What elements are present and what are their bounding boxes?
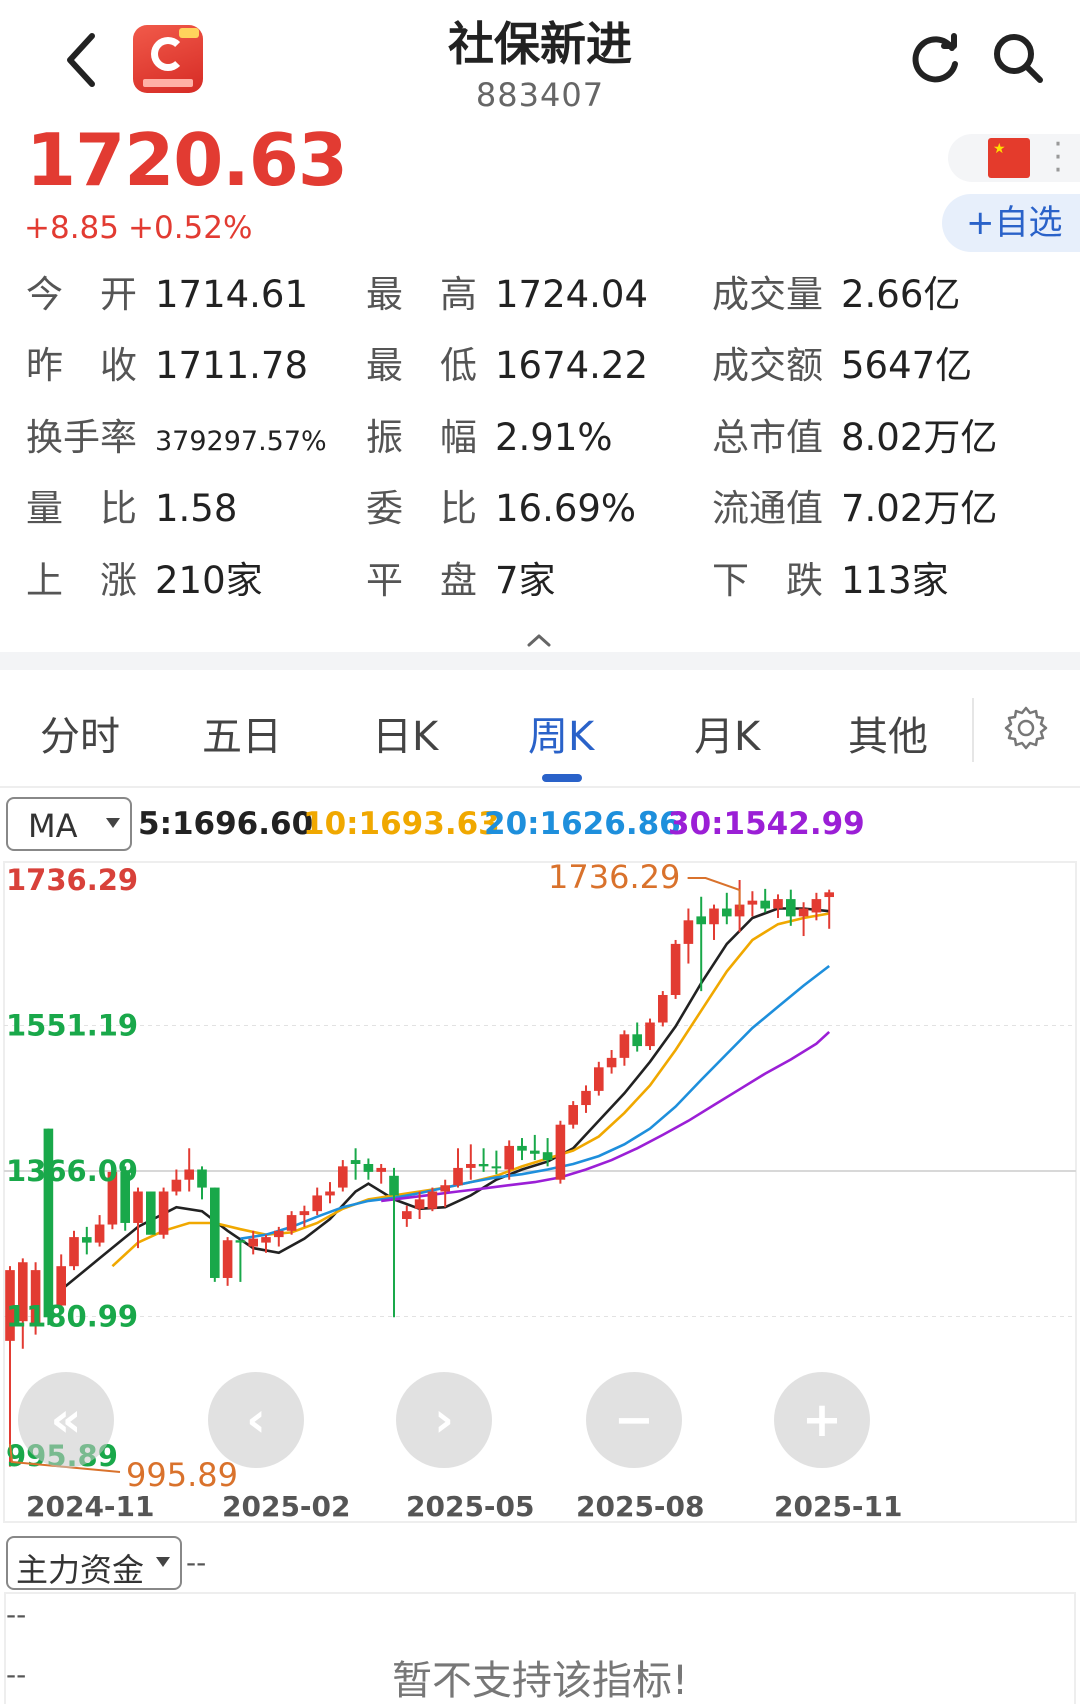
- candle-body: [325, 1191, 335, 1196]
- candle-body: [248, 1238, 258, 1247]
- candle-body: [824, 892, 834, 898]
- candle-body: [69, 1237, 79, 1267]
- candle-body: [82, 1237, 92, 1243]
- candle-body: [786, 899, 796, 917]
- x-axis-label: 2025-11: [774, 1490, 903, 1523]
- candle-body: [632, 1034, 642, 1047]
- ma5-line: [60, 907, 830, 1291]
- candle-body: [376, 1167, 386, 1172]
- candle-body: [747, 900, 758, 905]
- candle-body: [619, 1034, 630, 1058]
- candle-body: [696, 916, 706, 925]
- candle-body: [312, 1195, 322, 1212]
- x-axis-label: 2025-05: [406, 1490, 535, 1523]
- candle-body: [261, 1237, 271, 1243]
- candle-body: [299, 1211, 310, 1216]
- candle-body: [581, 1090, 591, 1106]
- candle-body: [542, 1152, 553, 1161]
- candle-body: [350, 1160, 361, 1164]
- candle-body: [517, 1145, 527, 1151]
- weekly-k-chart[interactable]: 1736.291551.191366.091180.99995.891736.2…: [0, 0, 1080, 1530]
- candle-body: [568, 1105, 578, 1125]
- candle-body: [222, 1240, 233, 1278]
- chevron-right-icon: ›: [434, 1392, 454, 1448]
- candle-body: [453, 1167, 463, 1186]
- candle-body: [466, 1163, 476, 1168]
- candle-body: [798, 908, 809, 917]
- ma30-line: [381, 1030, 831, 1203]
- candle-body: [440, 1185, 450, 1192]
- dropdown-arrow-icon: [156, 1557, 170, 1567]
- candle-body: [414, 1199, 425, 1209]
- ma20-line: [240, 964, 830, 1240]
- back-step-button[interactable]: ‹: [208, 1372, 304, 1468]
- sub-indicator-axis-top: --: [6, 1598, 27, 1631]
- candle-body: [530, 1150, 540, 1154]
- fast-back-button[interactable]: «: [18, 1372, 114, 1468]
- candle-body: [683, 920, 694, 944]
- chevron-left-icon: ‹: [246, 1392, 266, 1448]
- high-marker-label: 1736.29: [548, 858, 680, 896]
- candle-body: [197, 1169, 207, 1188]
- plus-icon: +: [801, 1392, 843, 1448]
- x-axis-label: 2024-11: [26, 1490, 155, 1523]
- candle-body: [402, 1211, 412, 1220]
- y-axis-label: 1180.99: [6, 1300, 138, 1334]
- y-axis-label: 1736.29: [6, 863, 138, 897]
- sub-indicator-select[interactable]: 主力资金: [6, 1536, 182, 1590]
- candle-body: [606, 1057, 617, 1068]
- candle-body: [363, 1163, 374, 1172]
- x-axis-label: 2025-02: [222, 1490, 351, 1523]
- candle-body: [171, 1179, 182, 1192]
- candle-body: [478, 1163, 489, 1167]
- unsupported-indicator-message: 暂不支持该指标!: [391, 1658, 689, 1704]
- y-axis-label: 1366.09: [6, 1154, 138, 1188]
- candle-body: [286, 1215, 297, 1231]
- candle-body: [158, 1191, 169, 1235]
- candle-body: [811, 899, 822, 913]
- candle-body: [773, 899, 783, 909]
- candle-body: [594, 1067, 604, 1091]
- candle-body: [274, 1230, 284, 1238]
- candle-body: [210, 1187, 220, 1278]
- candle-body: [389, 1175, 399, 1196]
- candle-body: [709, 908, 719, 925]
- double-chevron-left-icon: «: [50, 1392, 82, 1448]
- zoom-in-button[interactable]: +: [774, 1372, 870, 1468]
- zoom-out-button[interactable]: −: [586, 1372, 682, 1468]
- candle-body: [427, 1191, 438, 1209]
- candle-body: [555, 1124, 566, 1180]
- candle-body: [504, 1145, 514, 1170]
- y-axis-label: 1551.19: [6, 1009, 138, 1043]
- candle-body: [235, 1240, 246, 1243]
- minus-icon: −: [613, 1392, 655, 1448]
- candle-body: [658, 994, 668, 1023]
- candle-body: [722, 908, 732, 917]
- candle-body: [670, 943, 681, 995]
- candle-body: [645, 1022, 655, 1047]
- candle-body: [94, 1224, 105, 1243]
- ma10-line: [111, 912, 830, 1268]
- candle-body: [146, 1191, 156, 1235]
- candle-body: [133, 1191, 143, 1223]
- candle-body: [491, 1166, 502, 1169]
- x-axis-label: 2025-08: [576, 1490, 705, 1523]
- sub-indicator-value: --: [186, 1546, 207, 1579]
- forward-step-button[interactable]: ›: [396, 1372, 492, 1468]
- ma-lines: [60, 907, 831, 1291]
- sub-indicator-label: 主力资金: [16, 1551, 145, 1589]
- candle-body: [184, 1169, 194, 1180]
- candle-body: [338, 1166, 348, 1188]
- candle-body: [760, 900, 770, 909]
